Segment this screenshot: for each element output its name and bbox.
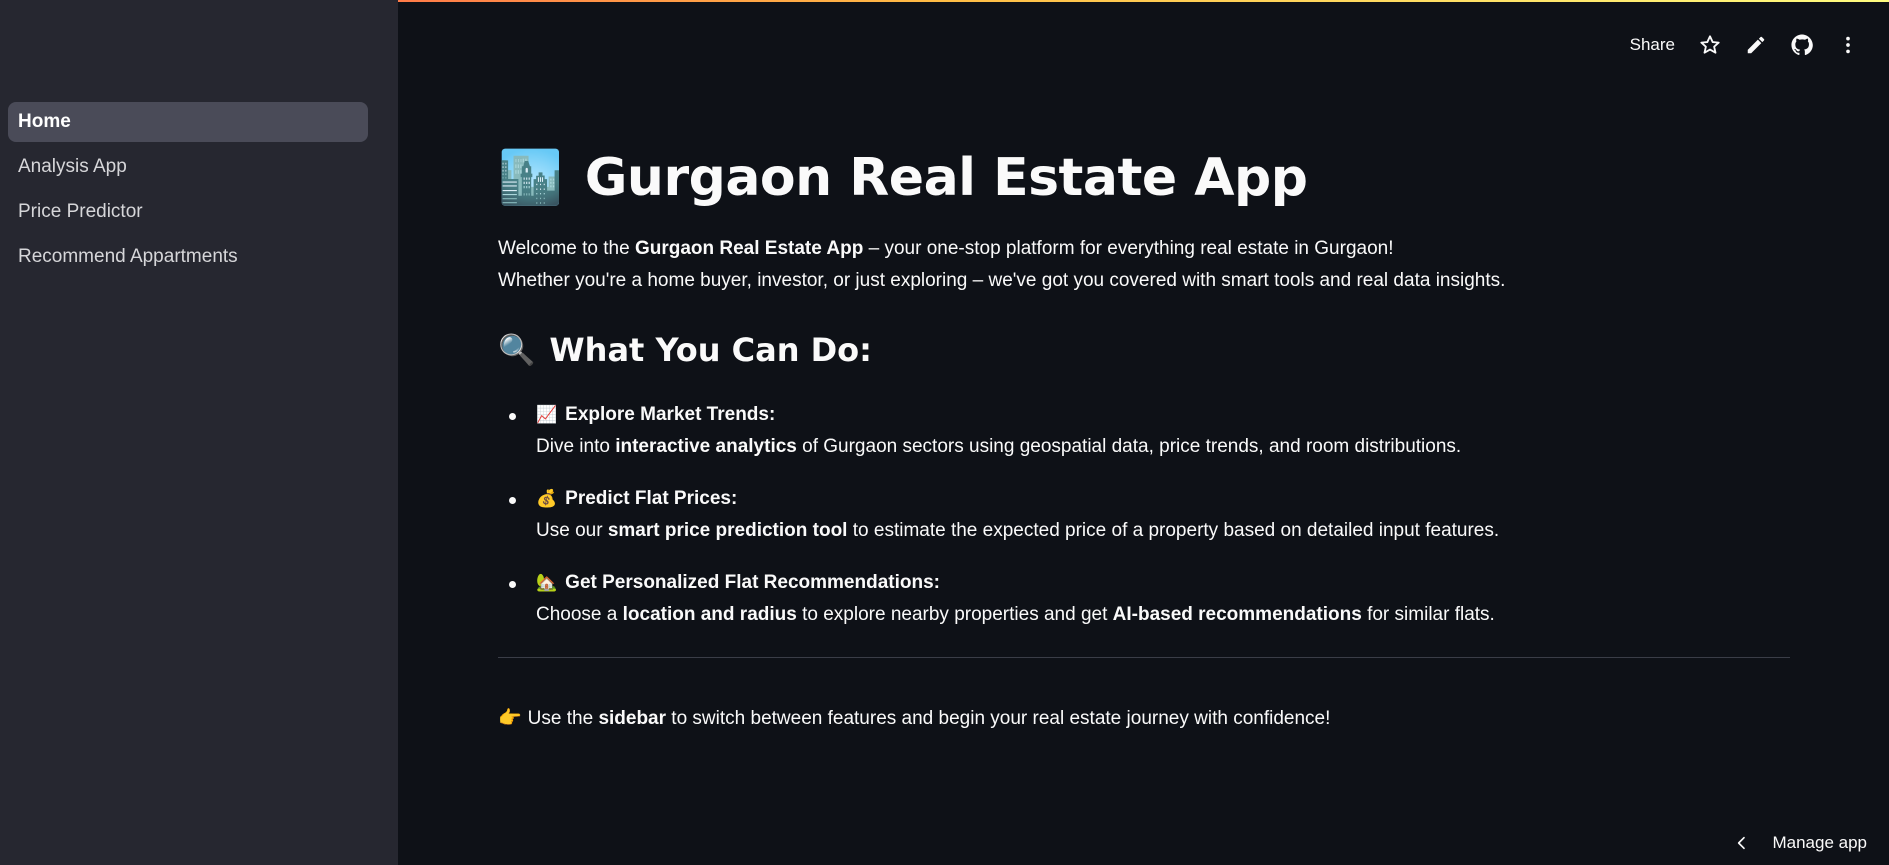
intro-line-1: Welcome to the Gurgaon Real Estate App –… xyxy=(498,233,1790,265)
page-title-row: 🏙️ Gurgaon Real Estate App xyxy=(498,140,1790,215)
intro-app-name: Gurgaon Real Estate App xyxy=(634,238,864,259)
sidebar-item-price-predictor[interactable]: Price Predictor xyxy=(8,192,368,232)
github-icon[interactable] xyxy=(1791,34,1813,56)
section-title: 🔍 What You Can Do: xyxy=(498,331,1790,369)
feature-heading: 📈 Explore Market Trends: xyxy=(536,399,1790,431)
list-item: 🏡 Get Personalized Flat Recommendations: … xyxy=(509,567,1790,631)
star-icon[interactable] xyxy=(1699,34,1721,56)
sidebar: Home Analysis App Price Predictor Recomm… xyxy=(0,0,398,865)
manage-app-label: Manage app xyxy=(1772,833,1867,852)
text-span: Use our xyxy=(536,520,608,541)
main-content: 🏙️ Gurgaon Real Estate App Welcome to th… xyxy=(498,140,1790,735)
bold-text: sidebar xyxy=(598,708,667,729)
intro-text-span: Welcome to the xyxy=(498,238,635,259)
intro-text-span: – your one-stop platform for everything … xyxy=(863,238,1394,259)
sidebar-item-recommend-appartments[interactable]: Recommend Appartments xyxy=(8,237,368,277)
pointing-hand-icon: 👉 xyxy=(498,708,522,729)
sidebar-item-home[interactable]: Home xyxy=(8,102,368,142)
pencil-icon[interactable] xyxy=(1745,34,1767,56)
bold-text: interactive analytics xyxy=(615,436,797,457)
text-span: to switch between features and begin you… xyxy=(666,708,1331,729)
bold-text: location and radius xyxy=(622,604,797,625)
chevron-left-icon xyxy=(1738,836,1746,850)
feature-description: Dive into interactive analytics of Gurga… xyxy=(536,431,1790,463)
text-span: Use the xyxy=(527,708,599,729)
sidebar-nav: Home Analysis App Price Predictor Recomm… xyxy=(8,102,368,282)
money-bag-icon: 💰 xyxy=(536,489,558,508)
text-span: to estimate the expected price of a prop… xyxy=(847,520,1500,541)
feature-description: Choose a location and radius to explore … xyxy=(536,599,1790,631)
feature-title: Predict Flat Prices: xyxy=(565,488,738,509)
feature-list: 📈 Explore Market Trends: Dive into intera… xyxy=(498,399,1790,631)
feature-description: Use our smart price prediction tool to e… xyxy=(536,515,1790,547)
cityscape-icon: 🏙️ xyxy=(498,148,563,207)
house-icon: 🏡 xyxy=(536,573,558,592)
text-span: Choose a xyxy=(536,604,623,625)
bold-text: AI-based recommendations xyxy=(1112,604,1362,625)
text-span: to explore nearby properties and get xyxy=(796,604,1113,625)
sidebar-item-analysis-app[interactable]: Analysis App xyxy=(8,147,368,187)
feature-heading: 🏡 Get Personalized Flat Recommendations: xyxy=(536,567,1790,599)
intro-text: Welcome to the Gurgaon Real Estate App –… xyxy=(498,233,1790,297)
more-vertical-icon[interactable] xyxy=(1837,34,1859,56)
divider xyxy=(498,657,1790,658)
list-item: 📈 Explore Market Trends: Dive into intera… xyxy=(509,399,1790,463)
manage-app-button[interactable]: Manage app xyxy=(1734,833,1867,853)
app-toolbar: Share xyxy=(1630,30,1859,60)
chart-increasing-icon: 📈 xyxy=(536,405,558,424)
intro-line-2: Whether you're a home buyer, investor, o… xyxy=(498,270,1506,291)
feature-title: Get Personalized Flat Recommendations: xyxy=(565,572,940,593)
text-span: of Gurgaon sectors using geospatial data… xyxy=(796,436,1462,457)
feature-title: Explore Market Trends: xyxy=(565,404,776,425)
list-item: 💰 Predict Flat Prices: Use our smart pric… xyxy=(509,483,1790,547)
share-button[interactable]: Share xyxy=(1630,35,1675,55)
text-span: for similar flats. xyxy=(1361,604,1495,625)
magnifier-icon: 🔍 xyxy=(498,332,536,368)
section-title-text: What You Can Do: xyxy=(549,331,872,369)
page-title: Gurgaon Real Estate App xyxy=(584,147,1308,208)
bold-text: smart price prediction tool xyxy=(607,520,848,541)
call-to-action: 👉 Use the sidebar to switch between featu… xyxy=(498,703,1790,735)
text-span: Dive into xyxy=(536,436,616,457)
feature-heading: 💰 Predict Flat Prices: xyxy=(536,483,1790,515)
